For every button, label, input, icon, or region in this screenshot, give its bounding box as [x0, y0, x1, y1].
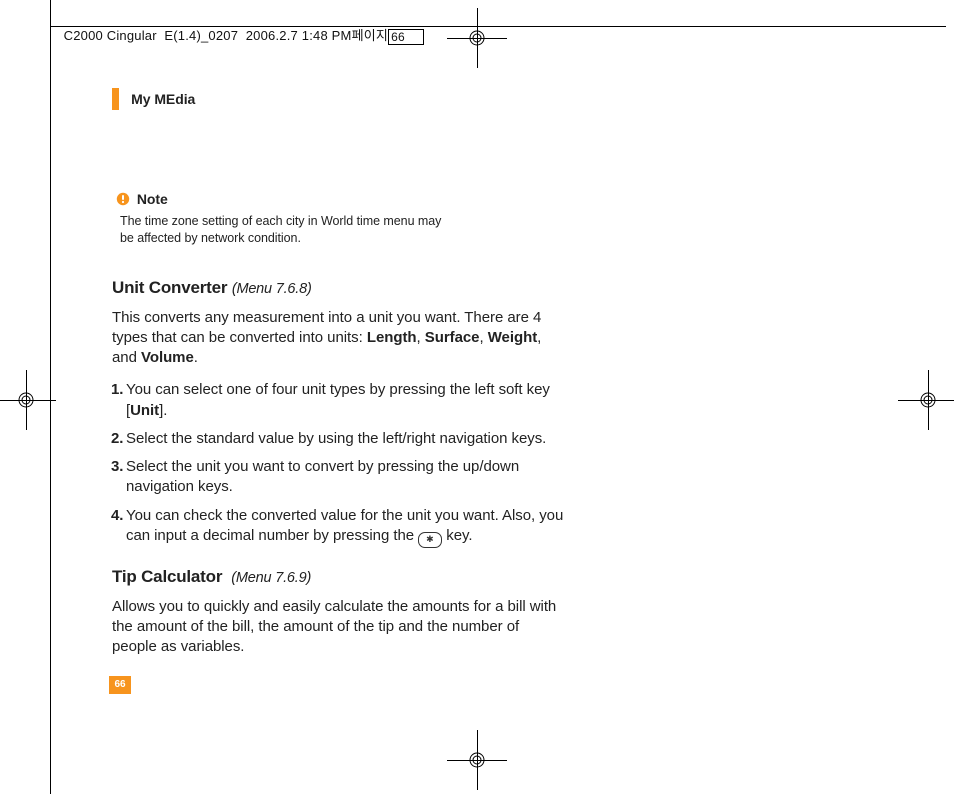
note-icon: [116, 192, 130, 206]
section-heading-unit-converter: Unit Converter (Menu 7.6.8): [112, 277, 564, 300]
note-label: Note: [137, 191, 168, 207]
note-body: The time zone setting of each city in Wo…: [116, 213, 446, 247]
unit-intro: This converts any measurement into a uni…: [112, 308, 564, 369]
slug-doc: C2000 Cingular E(1.4)_0207 2006.2.7 1:48…: [64, 28, 352, 43]
registration-mark-bottom: [447, 730, 507, 790]
running-head-title: My MEdia: [123, 90, 195, 109]
star-key-icon: ✱: [418, 532, 442, 548]
registration-mark-top: [447, 8, 507, 68]
unit-title: Unit Converter: [112, 278, 227, 297]
running-head-bar: [112, 88, 119, 110]
slug-line: C2000 Cingular E(1.4)_0207 2006.2.7 1:48…: [56, 10, 424, 45]
section-heading-tip-calculator: Tip Calculator (Menu 7.6.9): [112, 566, 564, 589]
unit-type-length: Length: [367, 329, 417, 346]
slug-page-label: 페이지: [352, 28, 388, 43]
crop-line-left: [50, 0, 51, 794]
unit-step-1: You can select one of four unit types by…: [112, 380, 564, 421]
unit-steps: You can select one of four unit types by…: [112, 380, 564, 548]
registration-mark-right: [898, 370, 954, 430]
tip-body: Allows you to quickly and easily calcula…: [112, 597, 564, 658]
unit-menu-ref: (Menu 7.6.8): [232, 281, 312, 297]
page-number: 66: [109, 676, 131, 694]
slug-page-number: 66: [388, 29, 424, 45]
note-heading: Note: [116, 190, 564, 209]
unit-step-2: Select the standard value by using the l…: [112, 429, 564, 449]
page-content: My MEdia Note The time zone setting of e…: [112, 88, 564, 670]
unit-step-4: You can check the converted value for th…: [112, 506, 564, 548]
unit-step-3: Select the unit you want to convert by p…: [112, 457, 564, 498]
tip-title: Tip Calculator: [112, 567, 222, 586]
unit-type-surface: Surface: [425, 329, 480, 346]
unit-type-volume: Volume: [141, 349, 194, 366]
tip-menu-ref: (Menu 7.6.9): [231, 570, 311, 586]
running-head: My MEdia: [112, 88, 564, 114]
unit-type-weight: Weight: [488, 329, 537, 346]
note-block: Note The time zone setting of each city …: [112, 190, 564, 247]
registration-mark-left: [0, 370, 56, 430]
